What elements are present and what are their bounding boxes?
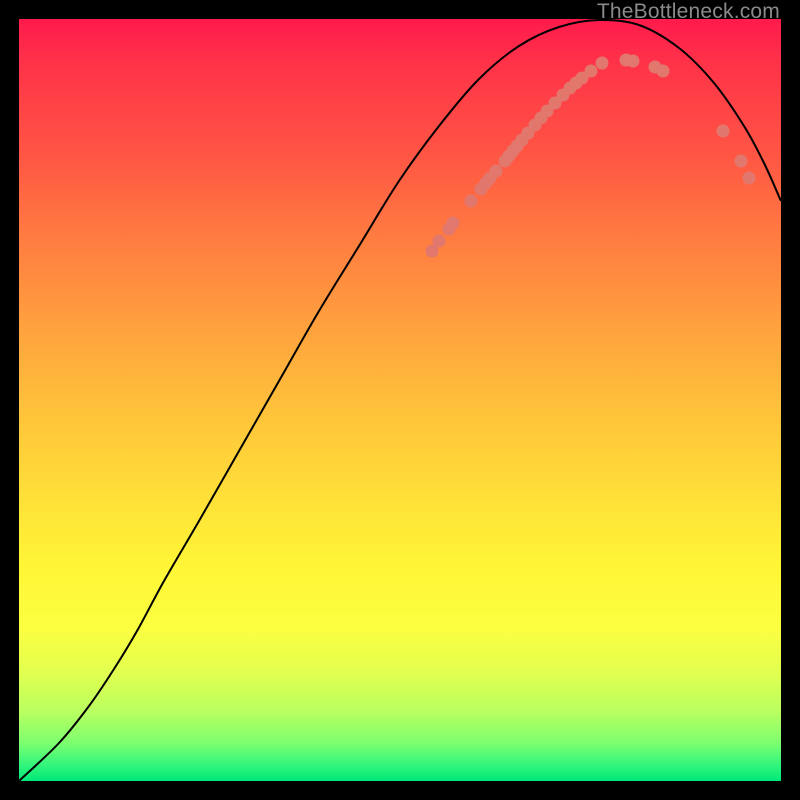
- curve-marker: [490, 165, 503, 178]
- curve-marker: [596, 57, 609, 70]
- curve-marker: [657, 65, 670, 78]
- curve-marker: [627, 55, 640, 68]
- curve-marker: [717, 125, 730, 138]
- bottleneck-curve: [19, 20, 781, 781]
- curve-marker: [447, 217, 460, 230]
- chart-frame: [19, 19, 781, 781]
- chart-svg: [19, 19, 781, 781]
- curve-marker: [585, 65, 598, 78]
- curve-marker: [735, 155, 748, 168]
- curve-marker: [433, 235, 446, 248]
- curve-marker: [743, 172, 756, 185]
- curve-marker: [465, 195, 478, 208]
